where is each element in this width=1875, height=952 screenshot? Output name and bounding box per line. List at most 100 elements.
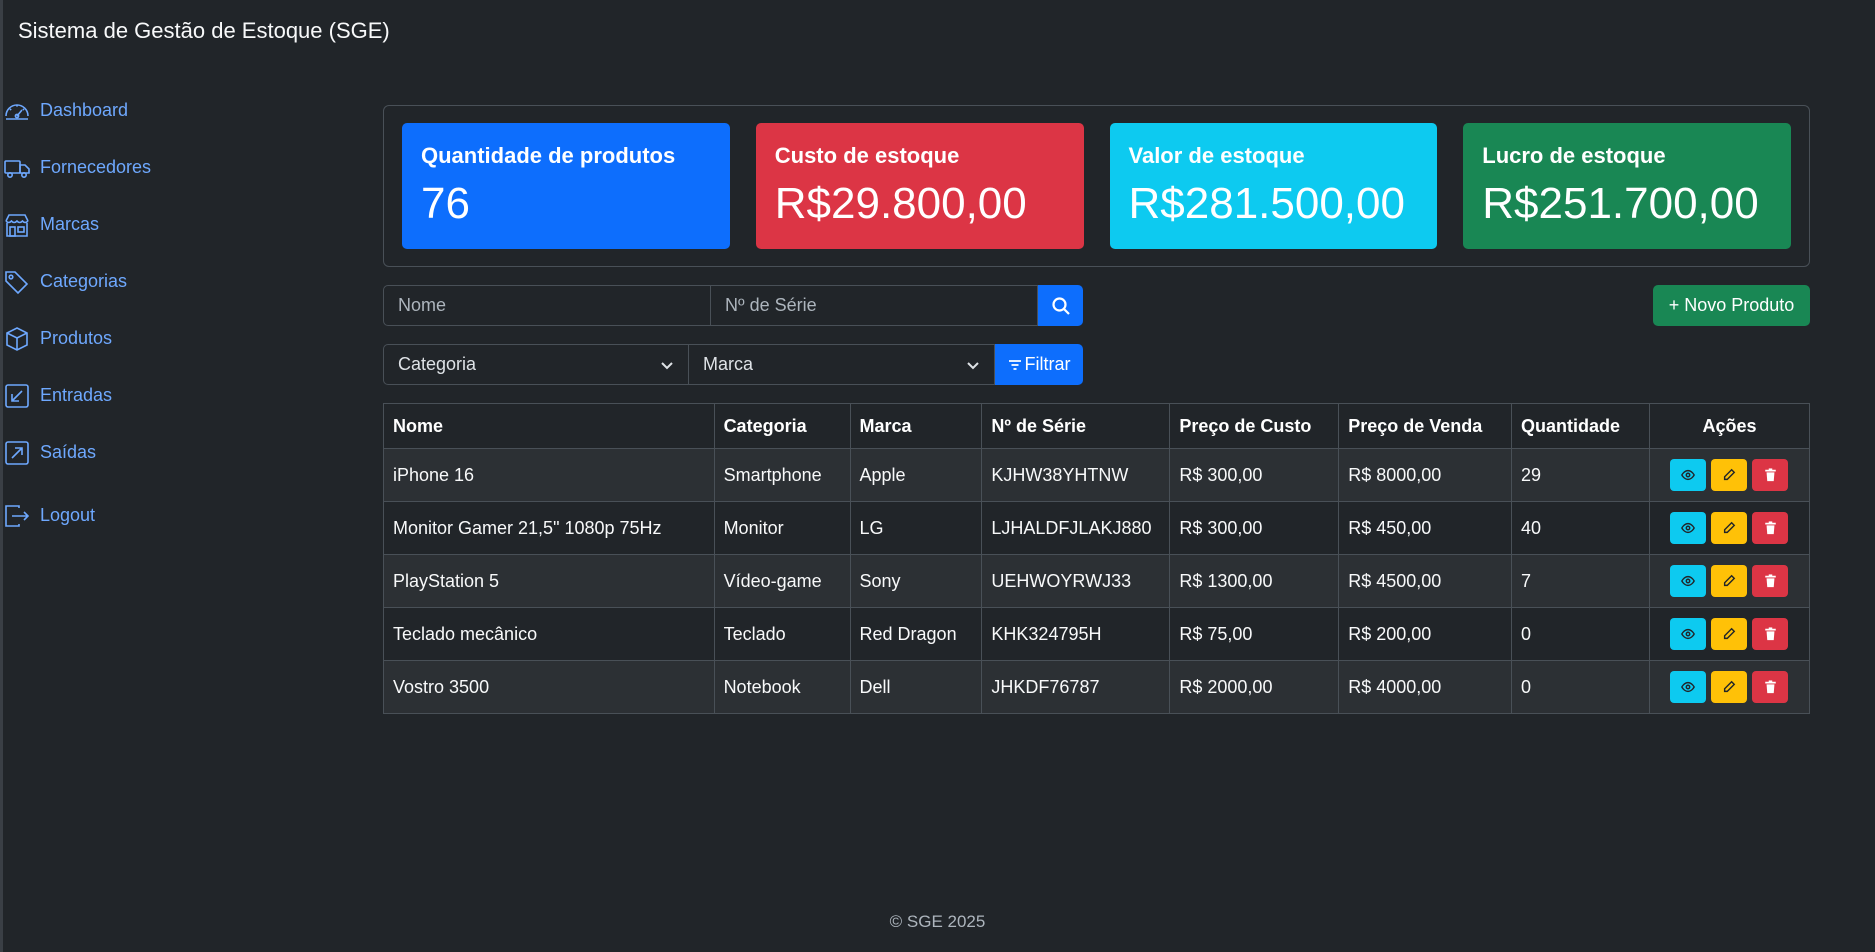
table-cell: Teclado [713,607,851,661]
sidebar-item-saidas[interactable]: Saídas [3,424,263,481]
table-row: iPhone 16 Smartphone Apple KJHW38YHTNW R$ 30… [383,448,1811,502]
column-header: Ações [1648,403,1811,449]
stat-value: R$29.800,00 [774,179,1027,228]
sidebar-item-label: Produtos [40,328,113,348]
delete-button[interactable] [1752,565,1789,597]
delete-button[interactable] [1752,459,1789,491]
footer: © SGE 2025 [889,912,986,931]
row-actions [1648,448,1811,502]
sidebar-item-logout[interactable]: Logout [3,487,263,544]
trash-icon [1765,574,1776,588]
column-header[interactable]: Categoria [713,403,851,449]
brand-select[interactable]: Marca [689,344,995,385]
view-button[interactable] [1670,671,1707,703]
pencil-icon [1724,468,1736,481]
box-icon [6,326,28,351]
filter-icon [1008,359,1021,370]
view-button[interactable] [1670,565,1707,597]
stat-card-cost: Custo de estoque R$29.800,00 [755,123,1084,249]
search-button[interactable] [1038,285,1083,326]
chevron-down-icon [967,361,979,369]
edit-button[interactable] [1711,512,1748,544]
view-button[interactable] [1670,459,1707,491]
table-cell: 0 [1511,607,1650,661]
table-row: Teclado mecânico Teclado Red Dragon KHK3247… [383,607,1811,661]
delete-button[interactable] [1752,671,1789,703]
category-select-value: Categoria [398,354,477,374]
products-table: Nome Categoria Marca Nº de Série Preço d… [383,403,1811,714]
serial-search-input[interactable] [711,285,1038,326]
column-header[interactable]: Nome [383,403,715,449]
sidebar-item-dashboard[interactable]: Dashboard [3,82,263,139]
pencil-icon [1724,680,1736,693]
arrow-down-left-square-icon [5,383,29,408]
table-cell: 40 [1511,501,1650,555]
trash-icon [1765,468,1776,482]
table-cell: iPhone 16 [383,448,715,502]
table-cell: Monitor [713,501,851,555]
logout-icon [5,504,30,527]
name-search-input[interactable] [383,285,711,326]
column-header[interactable]: Preço de Custo [1169,403,1340,449]
sidebar-item-label: Saídas [40,442,97,462]
stat-card-value: Valor de estoque R$281.500,00 [1109,123,1438,249]
sidebar-item-entradas[interactable]: Entradas [3,367,263,424]
table-cell: Monitor Gamer 21,5" 1080p 75Hz [383,501,715,555]
edit-button[interactable] [1711,618,1748,650]
stat-title: Lucro de estoque [1482,143,1666,168]
eye-icon [1681,469,1696,481]
column-header[interactable]: Preço de Venda [1338,403,1513,449]
table-cell: KJHW38YHTNW [981,448,1171,502]
table-cell: R$ 1300,00 [1169,554,1340,608]
stat-card-quantity: Quantidade de produtos 76 [402,123,730,249]
edit-button[interactable] [1711,459,1748,491]
sidebar-item-marcas[interactable]: Marcas [3,196,263,253]
table-cell: R$ 4500,00 [1338,554,1513,608]
column-header[interactable]: Nº de Série [981,403,1171,449]
table-cell: UEHWOYRWJ33 [981,554,1171,608]
sidebar-item-label: Entradas [40,385,113,405]
sidebar-item-produtos[interactable]: Produtos [3,310,263,367]
stat-card-profit: Lucro de estoque R$251.700,00 [1463,123,1791,249]
new-product-button[interactable]: + Novo Produto [1653,285,1810,326]
table-cell: R$ 8000,00 [1338,448,1513,502]
filter-button[interactable]: Filtrar [995,344,1083,385]
view-button[interactable] [1670,512,1707,544]
truck-icon [4,159,30,178]
sidebar-item-fornecedores[interactable]: Fornecedores [3,139,263,196]
table-row: PlayStation 5 Vídeo-game Sony UEHWOYRWJ33 R$… [383,554,1811,608]
view-button[interactable] [1670,618,1707,650]
eye-icon [1681,628,1696,640]
delete-button[interactable] [1752,618,1789,650]
table-row: Vostro 3500 Notebook Dell JHKDF76787 R$ 2000… [383,660,1811,714]
stat-value: R$281.500,00 [1128,179,1405,228]
table-header-row: Nome Categoria Marca Nº de Série Preço d… [383,403,1811,449]
sidebar-nav: Dashboard Fornecedores Marcas Categorias… [3,82,263,544]
column-header[interactable]: Marca [849,403,983,449]
eye-icon [1681,522,1696,534]
sidebar-item-label: Fornecedores [40,157,152,177]
row-actions [1648,607,1811,661]
column-header[interactable]: Quantidade [1511,403,1650,449]
stats-panel: Quantidade de produtos 76 Custo de estoq… [383,105,1810,267]
chevron-down-icon [661,361,673,369]
arrow-up-right-square-icon [5,440,29,465]
sidebar-item-categorias[interactable]: Categorias [3,253,263,310]
table-cell: R$ 200,00 [1338,607,1513,661]
eye-icon [1681,681,1696,693]
edit-button[interactable] [1711,565,1748,597]
delete-button[interactable] [1752,512,1789,544]
sidebar-item-label: Marcas [40,214,100,234]
table-cell: R$ 450,00 [1338,501,1513,555]
stat-value: R$251.700,00 [1482,179,1759,228]
stat-title: Quantidade de produtos [421,143,676,168]
edit-button[interactable] [1711,671,1748,703]
table-cell: 0 [1511,660,1650,714]
filter-form: Categoria Marca Filtrar [383,344,1083,385]
filter-button-label: Filtrar [1024,354,1071,374]
pencil-icon [1724,521,1736,534]
category-select[interactable]: Categoria [383,344,689,385]
shop-icon [5,213,29,237]
table-cell: Dell [849,660,983,714]
speedometer-icon [5,103,29,120]
